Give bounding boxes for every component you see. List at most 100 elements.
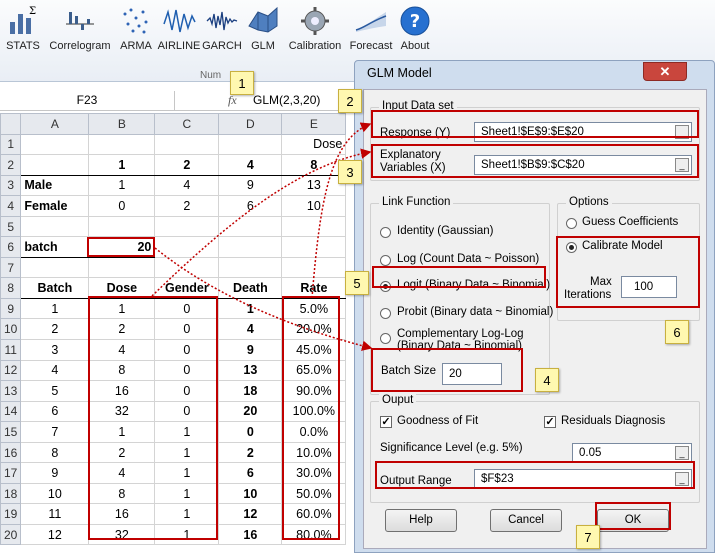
- sheet-cell[interactable]: [218, 133, 283, 156]
- correlogram-button[interactable]: Correlogram: [44, 4, 116, 52]
- row-header[interactable]: 1: [0, 133, 22, 156]
- name-box[interactable]: F23: [0, 91, 175, 110]
- help-button[interactable]: Help: [385, 509, 457, 532]
- sheet-cell[interactable]: 20: [218, 400, 283, 423]
- sheet-cell[interactable]: [154, 236, 220, 258]
- range-picker-icon[interactable]: _: [675, 446, 689, 460]
- forecast-button[interactable]: Forecast: [346, 4, 396, 52]
- garch-button[interactable]: GARCH: [202, 4, 242, 52]
- close-button[interactable]: ✕: [643, 62, 687, 81]
- sheet-cell[interactable]: 13: [218, 359, 283, 382]
- residuals-diagnosis-checkbox[interactable]: ✓: [544, 416, 556, 428]
- sheet-cell[interactable]: 18: [218, 380, 283, 402]
- row-header[interactable]: 13: [0, 380, 22, 402]
- stats-button[interactable]: Σ STATS: [4, 4, 42, 52]
- sheet-cell[interactable]: 4: [20, 359, 90, 382]
- sheet-cell[interactable]: batch: [20, 236, 90, 258]
- sheet-cell[interactable]: 5: [20, 380, 90, 402]
- column-header[interactable]: E: [281, 113, 347, 135]
- sheet-cell[interactable]: [20, 154, 90, 176]
- sheet-cell[interactable]: Male: [20, 174, 90, 197]
- row-header[interactable]: 12: [0, 359, 22, 382]
- row-header[interactable]: 20: [0, 523, 22, 546]
- about-button[interactable]: ? About: [396, 4, 434, 52]
- sheet-cell[interactable]: 12: [20, 523, 90, 546]
- column-header[interactable]: C: [154, 113, 220, 135]
- sheet-cell[interactable]: 1: [88, 154, 156, 176]
- sheet-cell[interactable]: 10: [218, 482, 283, 505]
- sheet-cell[interactable]: 6: [20, 400, 90, 423]
- sheet-cell[interactable]: 3: [20, 339, 90, 361]
- row-header[interactable]: 15: [0, 421, 22, 443]
- sheet-cell[interactable]: 9: [218, 174, 283, 197]
- sheet-cell[interactable]: 16: [218, 523, 283, 546]
- sheet-cell[interactable]: 10: [20, 482, 90, 505]
- arma-button[interactable]: ARMA: [118, 4, 154, 52]
- calibration-button[interactable]: Calibration: [286, 4, 344, 52]
- cancel-button[interactable]: Cancel: [490, 509, 562, 532]
- sheet-cell[interactable]: [218, 215, 283, 238]
- row-header[interactable]: 2: [0, 154, 22, 176]
- sheet-cell[interactable]: 10: [281, 195, 347, 217]
- sheet-cell[interactable]: [20, 215, 90, 238]
- cloglog-radio[interactable]: [380, 333, 391, 344]
- column-header[interactable]: B: [88, 113, 156, 135]
- row-header[interactable]: 16: [0, 441, 22, 464]
- guess-coefficients-radio[interactable]: [566, 218, 577, 229]
- sheet-cell[interactable]: [281, 236, 347, 258]
- sheet-cell[interactable]: Death: [218, 277, 283, 299]
- sheet-cell[interactable]: 2: [20, 318, 90, 341]
- probit-radio[interactable]: [380, 308, 391, 319]
- sheet-cell[interactable]: 6: [218, 462, 283, 484]
- row-header[interactable]: 5: [0, 215, 22, 238]
- select-all-corner[interactable]: [0, 113, 22, 135]
- sheet-cell[interactable]: [154, 256, 220, 279]
- sheet-cell[interactable]: 1: [20, 297, 90, 320]
- column-header[interactable]: A: [20, 113, 90, 135]
- sheet-cell[interactable]: 1: [88, 174, 156, 197]
- sheet-cell[interactable]: [218, 256, 283, 279]
- significance-level-input[interactable]: 0.05 _: [572, 443, 692, 463]
- sheet-cell[interactable]: [20, 256, 90, 279]
- row-header[interactable]: 4: [0, 195, 22, 217]
- identity-radio[interactable]: [380, 227, 391, 238]
- row-header[interactable]: 7: [0, 256, 22, 279]
- row-header[interactable]: 9: [0, 297, 22, 320]
- sheet-cell[interactable]: 2: [218, 441, 283, 464]
- sheet-cell[interactable]: 8: [281, 154, 347, 176]
- row-header[interactable]: 19: [0, 503, 22, 525]
- sheet-cell[interactable]: 0: [88, 195, 156, 217]
- goodness-of-fit-checkbox[interactable]: ✓: [380, 416, 392, 428]
- airline-button[interactable]: AIRLINE: [156, 4, 202, 52]
- sheet-cell[interactable]: 11: [20, 503, 90, 525]
- log-radio[interactable]: [380, 255, 391, 266]
- sheet-cell[interactable]: Batch: [20, 277, 90, 299]
- sheet-cell[interactable]: [281, 215, 347, 238]
- sheet-cell[interactable]: 6: [218, 195, 283, 217]
- sheet-cell[interactable]: [154, 215, 220, 238]
- sheet-cell[interactable]: Dose: [281, 133, 347, 156]
- sheet-cell[interactable]: 4: [154, 174, 220, 197]
- sheet-cell[interactable]: 2: [154, 195, 220, 217]
- sheet-cell[interactable]: [154, 133, 220, 156]
- sheet-cell[interactable]: 12: [218, 503, 283, 525]
- sheet-cell[interactable]: 9: [20, 462, 90, 484]
- row-header[interactable]: 11: [0, 339, 22, 361]
- row-header[interactable]: 18: [0, 482, 22, 505]
- sheet-cell[interactable]: Female: [20, 195, 90, 217]
- sheet-cell[interactable]: 13: [281, 174, 347, 197]
- sheet-cell[interactable]: 4: [218, 318, 283, 341]
- row-header[interactable]: 10: [0, 318, 22, 341]
- glm-button[interactable]: GLM: [244, 4, 282, 52]
- sheet-cell[interactable]: 4: [218, 154, 283, 176]
- sheet-cell[interactable]: [218, 236, 283, 258]
- sheet-cell[interactable]: 2: [154, 154, 220, 176]
- column-header[interactable]: D: [218, 113, 283, 135]
- sheet-cell[interactable]: [20, 133, 90, 156]
- row-header[interactable]: 6: [0, 236, 22, 258]
- sheet-cell[interactable]: [281, 256, 347, 279]
- sheet-cell[interactable]: 1: [218, 297, 283, 320]
- row-header[interactable]: 3: [0, 174, 22, 197]
- sheet-cell[interactable]: 7: [20, 421, 90, 443]
- sheet-cell[interactable]: [88, 133, 156, 156]
